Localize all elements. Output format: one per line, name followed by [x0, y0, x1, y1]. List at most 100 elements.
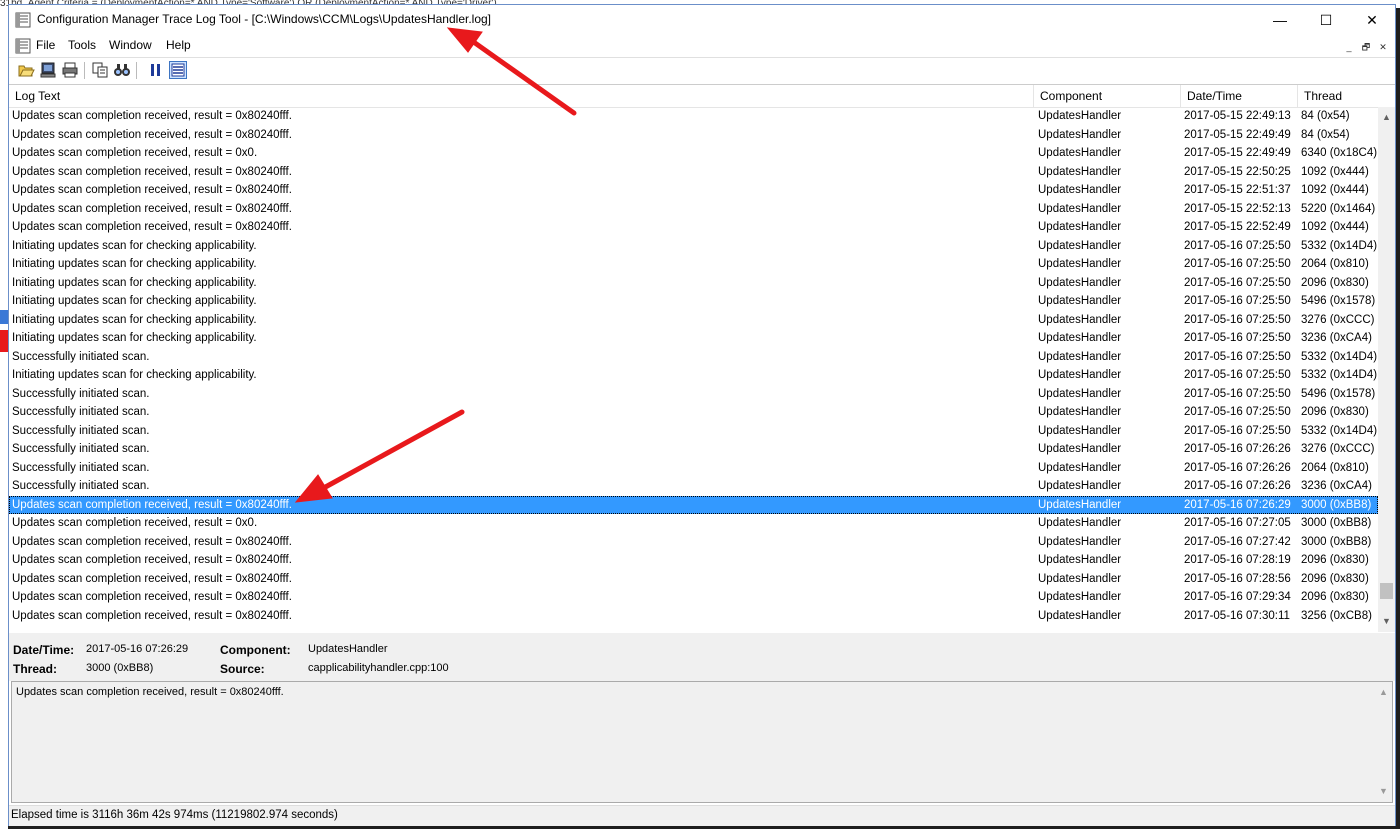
- table-row[interactable]: Initiating updates scan for checking app…: [9, 311, 1378, 330]
- table-row-selected[interactable]: Updates scan completion received, result…: [9, 495, 1378, 514]
- table-row[interactable]: Updates scan completion received, result…: [9, 551, 1378, 570]
- thread-cell: 5332 (0x14D4): [1301, 424, 1378, 437]
- mdi-close-icon[interactable]: ✕: [1376, 40, 1390, 54]
- thread-cell: 1092 (0x444): [1301, 165, 1369, 178]
- scroll-up-icon[interactable]: ▲: [1375, 684, 1392, 701]
- column-header-component[interactable]: Component: [1034, 85, 1181, 107]
- scrollbar-thumb[interactable]: [1380, 582, 1393, 599]
- open-from-server-icon[interactable]: [39, 61, 57, 79]
- scroll-down-icon[interactable]: ▼: [1375, 783, 1392, 800]
- table-row[interactable]: Updates scan completion received, result…: [9, 200, 1378, 219]
- table-row[interactable]: Updates scan completion received, result…: [9, 514, 1378, 533]
- component-cell: UpdatesHandler: [1038, 110, 1122, 122]
- open-icon[interactable]: [17, 61, 35, 79]
- datetime-cell: 2017-05-15 22:49:49: [1184, 147, 1291, 159]
- datetime-cell: 2017-05-16 07:25:50: [1184, 313, 1291, 326]
- component-cell: UpdatesHandler: [1038, 461, 1122, 474]
- table-row[interactable]: Updates scan completion received, result…: [9, 163, 1378, 182]
- column-header-datetime[interactable]: Date/Time: [1181, 85, 1298, 107]
- toolbar-separator: [84, 62, 85, 79]
- table-row[interactable]: Initiating updates scan for checking app…: [9, 255, 1378, 274]
- find-icon[interactable]: [113, 61, 131, 79]
- menu-tools[interactable]: Tools: [68, 38, 96, 52]
- close-button[interactable]: ✕: [1349, 5, 1395, 35]
- log-text-cell: Updates scan completion received, result…: [12, 202, 292, 215]
- column-header-thread[interactable]: Thread: [1298, 85, 1378, 107]
- table-row[interactable]: Initiating updates scan for checking app…: [9, 237, 1378, 256]
- table-row[interactable]: Successfully initiated scan. UpdatesHandl…: [9, 477, 1378, 496]
- table-row[interactable]: Updates scan completion received, result…: [9, 588, 1378, 607]
- datetime-cell: 2017-05-16 07:25:50: [1184, 350, 1291, 363]
- datetime-cell: 2017-05-16 07:25:50: [1184, 295, 1291, 307]
- grid-header: Log Text Component Date/Time Thread: [9, 85, 1378, 108]
- message-box[interactable]: Updates scan completion received, result…: [11, 681, 1393, 803]
- table-row[interactable]: Initiating updates scan for checking app…: [9, 292, 1378, 311]
- log-grid[interactable]: Log Text Component Date/Time Thread Upda…: [9, 84, 1395, 634]
- component-cell: UpdatesHandler: [1038, 128, 1122, 141]
- component-cell: UpdatesHandler: [1038, 202, 1122, 215]
- menu-window[interactable]: Window: [109, 38, 152, 52]
- document-log-icon[interactable]: [15, 38, 31, 54]
- thread-cell: 2096 (0x830): [1301, 554, 1369, 566]
- table-row[interactable]: Successfully initiated scan. UpdatesHandl…: [9, 440, 1378, 459]
- datetime-cell: 2017-05-16 07:26:26: [1184, 443, 1291, 455]
- title-bar[interactable]: Configuration Manager Trace Log Tool - […: [9, 5, 1395, 35]
- component-cell: UpdatesHandler: [1038, 591, 1122, 603]
- table-row[interactable]: Updates scan completion received, result…: [9, 570, 1378, 589]
- table-row[interactable]: Updates scan completion received, result…: [9, 533, 1378, 552]
- pause-icon[interactable]: [147, 61, 165, 79]
- thread-cell: 3000 (0xBB8): [1301, 535, 1372, 548]
- log-scrollbar[interactable]: ▲ ▼: [1378, 107, 1395, 632]
- mdi-restore-icon[interactable]: 🗗: [1359, 40, 1373, 54]
- component-cell: UpdatesHandler: [1038, 554, 1122, 566]
- component-cell: UpdatesHandler: [1038, 184, 1122, 196]
- column-header-log-text[interactable]: Log Text: [9, 85, 1034, 107]
- copy-icon[interactable]: [91, 61, 109, 79]
- log-text-cell: Updates scan completion received, result…: [12, 221, 292, 233]
- background-window-edge: [0, 8, 8, 829]
- scroll-up-icon[interactable]: ▲: [1378, 109, 1395, 126]
- component-cell: UpdatesHandler: [1038, 406, 1122, 418]
- table-row[interactable]: Successfully initiated scan. UpdatesHandl…: [9, 422, 1378, 441]
- component-cell: UpdatesHandler: [1038, 295, 1122, 307]
- component-cell: UpdatesHandler: [1038, 609, 1122, 622]
- message-scrollbar[interactable]: ▲ ▼: [1375, 682, 1392, 802]
- component-cell: UpdatesHandler: [1038, 480, 1122, 492]
- table-row[interactable]: Updates scan completion received, result…: [9, 181, 1378, 200]
- thread-cell: 5332 (0x14D4): [1301, 239, 1378, 252]
- mdi-minimize-icon[interactable]: _: [1342, 40, 1356, 54]
- log-text-cell: Initiating updates scan for checking app…: [12, 239, 257, 252]
- table-row[interactable]: Successfully initiated scan. UpdatesHandl…: [9, 348, 1378, 367]
- log-text-cell: Updates scan completion received, result…: [12, 165, 292, 178]
- log-text-cell: Initiating updates scan for checking app…: [12, 313, 257, 326]
- lines-view-icon[interactable]: [169, 61, 187, 79]
- table-row[interactable]: Initiating updates scan for checking app…: [9, 329, 1378, 348]
- component-cell: UpdatesHandler: [1038, 332, 1122, 344]
- datetime-cell: 2017-05-15 22:50:25: [1184, 165, 1291, 178]
- datetime-cell: 2017-05-15 22:49:49: [1184, 128, 1291, 141]
- minimize-button[interactable]: —: [1257, 5, 1303, 35]
- status-text: Elapsed time is 3116h 36m 42s 974ms (112…: [11, 809, 338, 821]
- log-text-cell: Updates scan completion received, result…: [12, 535, 292, 548]
- print-icon[interactable]: [61, 61, 79, 79]
- maximize-button[interactable]: ☐: [1303, 5, 1349, 35]
- table-row[interactable]: Initiating updates scan for checking app…: [9, 274, 1378, 293]
- thread-cell: 2064 (0x810): [1301, 258, 1369, 270]
- table-row[interactable]: Initiating updates scan for checking app…: [9, 366, 1378, 385]
- table-row[interactable]: Successfully initiated scan. UpdatesHandl…: [9, 459, 1378, 478]
- component-cell: UpdatesHandler: [1038, 369, 1122, 381]
- table-row[interactable]: Updates scan completion received, result…: [9, 144, 1378, 163]
- table-row[interactable]: Updates scan completion received, result…: [9, 218, 1378, 237]
- scroll-down-icon[interactable]: ▼: [1378, 613, 1395, 630]
- datetime-cell: 2017-05-16 07:25:50: [1184, 239, 1291, 252]
- table-row[interactable]: Updates scan completion received, result…: [9, 607, 1378, 626]
- table-row[interactable]: Updates scan completion received, result…: [9, 126, 1378, 145]
- table-row[interactable]: Successfully initiated scan. UpdatesHandl…: [9, 403, 1378, 422]
- thread-cell: 84 (0x54): [1301, 110, 1350, 122]
- table-row[interactable]: Updates scan completion received, result…: [9, 107, 1378, 126]
- datetime-cell: 2017-05-16 07:28:19: [1184, 554, 1291, 566]
- table-row[interactable]: Successfully initiated scan. UpdatesHandl…: [9, 385, 1378, 404]
- menu-file[interactable]: File: [36, 38, 55, 52]
- menu-help[interactable]: Help: [166, 38, 191, 52]
- component-cell: UpdatesHandler: [1038, 517, 1122, 529]
